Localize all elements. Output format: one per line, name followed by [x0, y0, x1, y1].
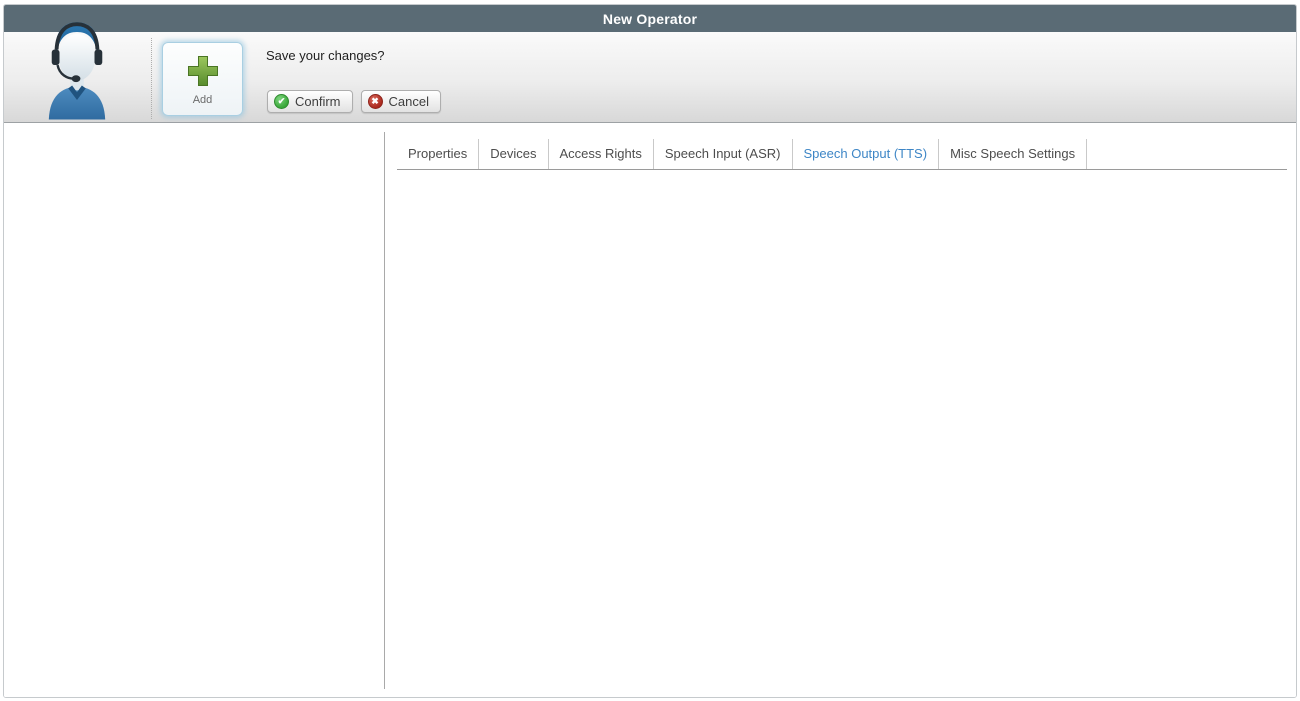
- app-window: New Operator: [3, 4, 1297, 698]
- tab-devices[interactable]: Devices: [479, 139, 548, 169]
- left-panel: [4, 123, 384, 697]
- tab-access-rights[interactable]: Access Rights: [549, 139, 654, 169]
- tab-speech-output-tts[interactable]: Speech Output (TTS): [793, 139, 940, 169]
- toolbar-buttons: ✔ Confirm ✖ Cancel: [267, 90, 441, 113]
- tab-misc-speech-settings[interactable]: Misc Speech Settings: [939, 139, 1087, 169]
- tab-row: Properties Devices Access Rights Speech …: [397, 139, 1287, 169]
- save-prompt-text: Save your changes?: [266, 48, 385, 63]
- x-circle-icon: ✖: [368, 94, 383, 109]
- window-title: New Operator: [603, 11, 697, 27]
- tab-underline: [397, 169, 1287, 170]
- tab-properties[interactable]: Properties: [397, 139, 479, 169]
- confirm-button-label: Confirm: [295, 94, 341, 109]
- operator-avatar: [42, 14, 112, 120]
- toolbar: Add Save your changes? ✔ Confirm ✖ Cance…: [4, 32, 1296, 123]
- plus-icon: [186, 54, 220, 88]
- title-bar: New Operator: [4, 5, 1296, 32]
- right-panel: Properties Devices Access Rights Speech …: [385, 123, 1296, 697]
- cancel-button[interactable]: ✖ Cancel: [361, 90, 441, 113]
- content-area: Properties Devices Access Rights Speech …: [4, 123, 1296, 697]
- confirm-button[interactable]: ✔ Confirm: [267, 90, 353, 113]
- tab-speech-input-asr[interactable]: Speech Input (ASR): [654, 139, 793, 169]
- add-button[interactable]: Add: [162, 42, 243, 116]
- add-button-label: Add: [193, 94, 213, 106]
- toolbar-separator: [151, 38, 152, 119]
- operator-headset-icon: [42, 14, 112, 120]
- cancel-button-label: Cancel: [389, 94, 429, 109]
- tab-bar: Properties Devices Access Rights Speech …: [397, 139, 1287, 170]
- check-circle-icon: ✔: [274, 94, 289, 109]
